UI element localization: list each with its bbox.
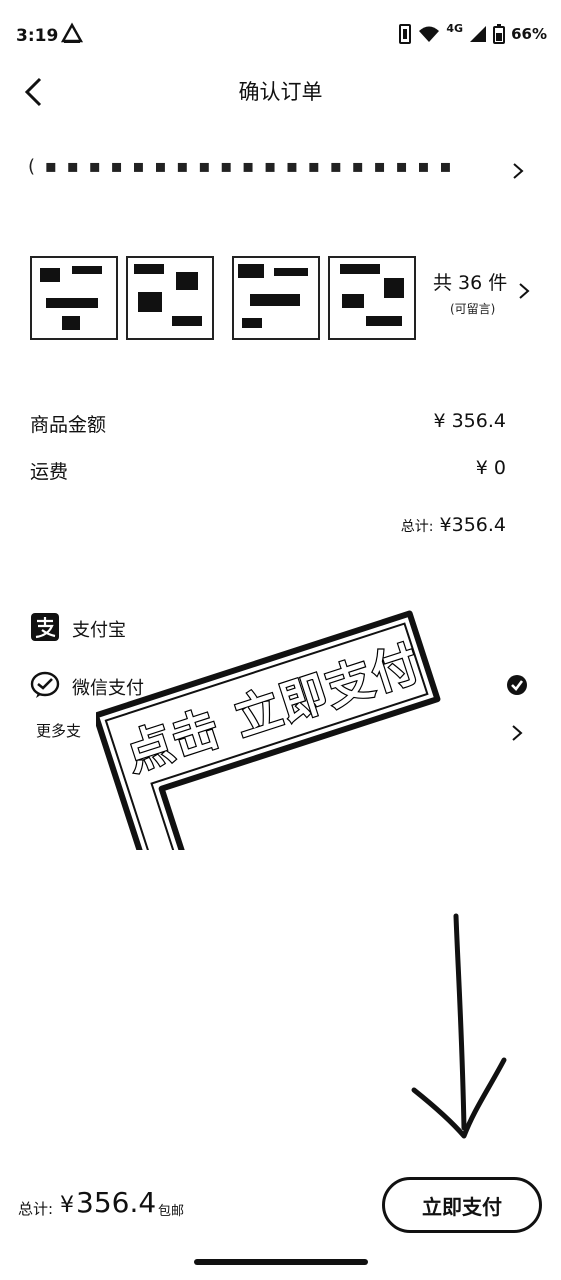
chevron-right-icon — [513, 163, 524, 179]
more-payment-label: 更多支 — [36, 722, 82, 740]
battery-level: 66% — [511, 25, 547, 43]
shipping-value: ¥ 0 — [475, 457, 506, 479]
subtotal: 总计: ¥356.4 — [401, 514, 506, 536]
items-amount-row: 商品金额 ¥ 356.4 — [30, 410, 506, 440]
instruction-stamp: 点击 立即支付 — [96, 610, 441, 850]
subtotal-label: 总计: — [400, 519, 434, 535]
page-title: 确认订单 — [238, 80, 323, 104]
checkout-bar: 总计: ¥356.4 包邮 立即支付 — [0, 1170, 561, 1240]
battery-icon — [493, 24, 506, 44]
wechat-pay-icon — [30, 671, 60, 698]
vibrate-icon — [399, 24, 412, 44]
product-thumbnail — [328, 256, 416, 340]
chevron-right-icon — [512, 725, 523, 741]
product-thumbnail — [30, 256, 118, 340]
address-row[interactable]: ( ▪ ▪ ▪ ▪ ▪ ▪ ▪ ▪ ▪ ▪ ▪ ▪ ▪ ▪ ▪ ▪ ▪ ▪ ▪ — [28, 150, 533, 194]
total-label: 总计: — [18, 1200, 54, 1218]
pay-now-button[interactable]: 立即支付 — [382, 1177, 542, 1233]
nav-bar: 确认订单 — [0, 60, 561, 124]
address-text: ( ▪ ▪ ▪ ▪ ▪ ▪ ▪ ▪ ▪ ▪ ▪ ▪ ▪ ▪ ▪ ▪ ▪ ▪ ▪ — [28, 156, 454, 177]
items-amount-value: ¥ 356.4 — [433, 410, 506, 432]
app-notification-icon — [60, 22, 84, 43]
product-thumbnail — [126, 256, 214, 340]
radio-checked-icon[interactable] — [506, 674, 528, 696]
total-amount: ¥356.4 — [60, 1186, 156, 1219]
wifi-icon — [419, 26, 440, 42]
status-icons: 4G 66% — [398, 21, 547, 44]
free-shipping-label: 包邮 — [158, 1204, 185, 1219]
alipay-icon — [31, 613, 59, 641]
total-value: 356.4 — [76, 1186, 157, 1219]
home-indicator[interactable] — [194, 1259, 368, 1265]
chevron-right-icon — [519, 283, 530, 299]
shipping-row: 运费 ¥ 0 — [30, 457, 506, 487]
subtotal-value: ¥356.4 — [439, 514, 506, 536]
product-thumbnail — [232, 256, 320, 340]
goods-row[interactable]: 共 36 件 (可留言) — [30, 250, 533, 342]
pointing-arrow-icon — [411, 913, 507, 1139]
goods-count: 共 36 件 — [433, 272, 508, 294]
network-type: 4G — [446, 21, 464, 35]
signal-icon — [470, 26, 487, 42]
goods-note: (可留言) — [450, 302, 496, 316]
currency-symbol: ¥ — [60, 1193, 74, 1218]
shipping-label: 运费 — [30, 461, 69, 483]
status-time: 3:19 — [16, 26, 59, 46]
items-amount-label: 商品金额 — [30, 414, 107, 436]
